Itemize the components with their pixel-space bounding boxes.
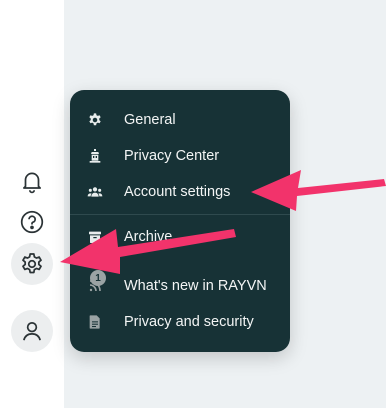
menu-item-label: Archive xyxy=(124,229,173,245)
menu-divider xyxy=(70,214,290,215)
menu-item-privacy-security[interactable]: Privacy and security xyxy=(70,304,290,340)
menu-item-archive[interactable]: Archive xyxy=(70,219,290,255)
gear-icon xyxy=(86,111,104,129)
settings-menu: General Privacy Center Account settings … xyxy=(70,90,290,352)
settings-button[interactable] xyxy=(11,243,53,285)
document-icon xyxy=(86,313,104,331)
people-icon xyxy=(86,183,104,201)
menu-item-label: Account settings xyxy=(124,184,231,200)
archive-icon xyxy=(86,228,104,246)
menu-item-general[interactable]: General xyxy=(70,102,290,138)
gear-icon xyxy=(22,253,42,274)
help-icon xyxy=(20,210,44,234)
left-sidebar xyxy=(0,0,64,408)
menu-item-label: Privacy and security xyxy=(124,314,254,330)
menu-item-label: General xyxy=(124,112,176,128)
building-icon xyxy=(86,147,104,165)
bell-icon xyxy=(23,172,41,194)
menu-item-account-settings[interactable]: Account settings xyxy=(70,174,290,210)
notification-badge: 1 xyxy=(90,270,106,286)
profile-button[interactable] xyxy=(11,310,53,352)
help-button[interactable] xyxy=(11,201,53,243)
user-icon xyxy=(23,322,41,341)
menu-item-label: What's new in RAYVN xyxy=(124,278,267,294)
menu-item-label: Privacy Center xyxy=(124,148,220,164)
notifications-button[interactable] xyxy=(11,160,53,202)
menu-item-privacy-center[interactable]: Privacy Center xyxy=(70,138,290,174)
